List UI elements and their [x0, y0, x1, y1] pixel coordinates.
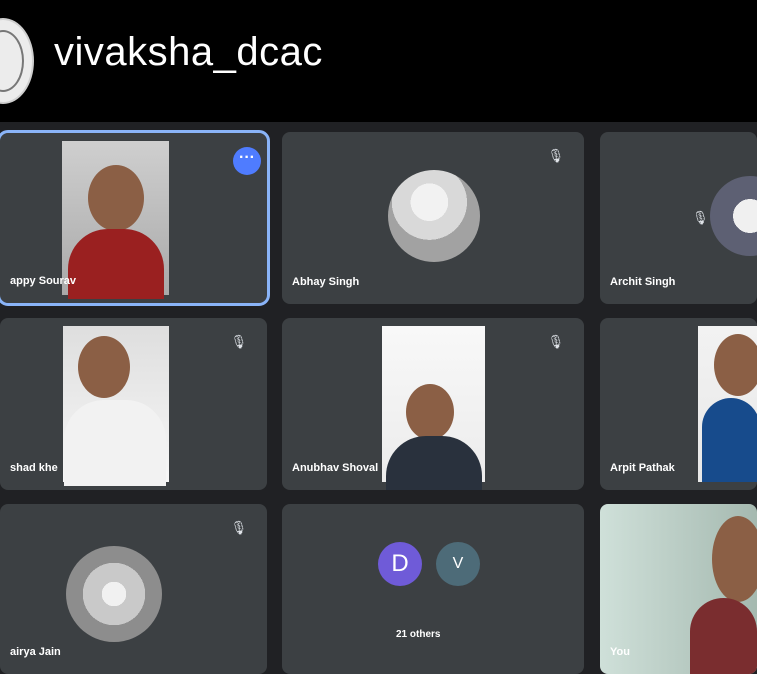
- participant-tile-7[interactable]: 🎙 airya Jain: [0, 504, 267, 674]
- participant-face: [78, 336, 130, 398]
- participant-name: Archit Singh: [610, 276, 676, 288]
- participant-tile-5[interactable]: 🎙 Anubhav Shoval: [282, 318, 584, 490]
- participant-avatar: [388, 170, 480, 262]
- others-count: 21 others: [396, 629, 441, 640]
- participant-shirt: [64, 400, 166, 486]
- participant-shirt: [702, 398, 757, 482]
- meeting-title: vivaksha_dcac: [54, 30, 323, 74]
- participant-tile-6[interactable]: Arpit Pathak: [600, 318, 757, 490]
- mic-off-icon: 🎙: [230, 520, 247, 535]
- mic-off-icon: 🎙: [547, 334, 564, 349]
- participant-name: You: [610, 646, 630, 658]
- participant-tile-self[interactable]: You: [600, 504, 757, 674]
- participant-name: Abhay Singh: [292, 276, 360, 288]
- participant-avatar: [710, 176, 757, 256]
- participant-tile-2[interactable]: 🎙 Abhay Singh: [282, 132, 584, 304]
- participant-face: [712, 516, 757, 602]
- mic-off-icon: 🎙: [547, 148, 564, 163]
- participant-face: [406, 384, 454, 440]
- participant-tile-8[interactable]: D V 21 others: [282, 504, 584, 674]
- avatar-bubble-d: D: [378, 542, 422, 586]
- meeting-header: vivaksha_dcac: [0, 0, 757, 122]
- mic-off-icon: 🎙: [230, 334, 247, 349]
- participant-name: Arpit Pathak: [610, 462, 675, 474]
- participant-face: [88, 165, 144, 231]
- participant-shirt: [68, 229, 164, 299]
- participant-face: [714, 334, 757, 396]
- participant-tile-3[interactable]: 🎙 Archit Singh: [600, 132, 757, 304]
- participant-name: Anubhav Shoval: [292, 462, 379, 474]
- avatar-bubble-v: V: [436, 542, 480, 586]
- participant-name: shad khe: [10, 462, 58, 474]
- participant-tile-4[interactable]: 🎙 shad khe: [0, 318, 267, 490]
- mic-off-icon: 🎙: [692, 210, 709, 225]
- participant-name: airya Jain: [10, 646, 61, 658]
- logo-icon: [0, 18, 34, 104]
- more-options-icon[interactable]: ···: [233, 147, 261, 175]
- participant-shirt: [690, 598, 757, 674]
- participant-avatar: [66, 546, 162, 642]
- participant-name: appy Sourav: [10, 275, 77, 287]
- participant-tile-1[interactable]: ··· appy Sourav: [0, 130, 270, 306]
